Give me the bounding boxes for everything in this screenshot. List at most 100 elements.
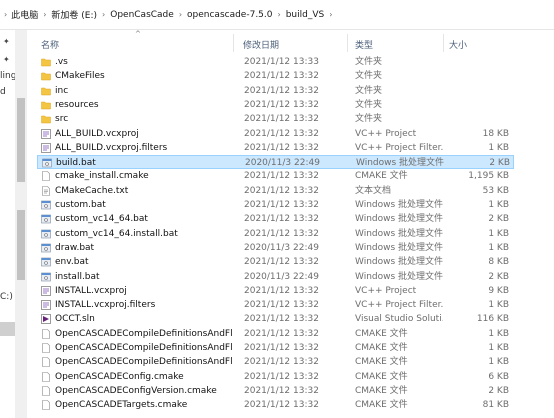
table-row[interactable]: OCCT.sln 2021/1/12 13:32 Visual Studio Sol… [37, 312, 514, 326]
file-date: 2021/1/12 13:32 [244, 343, 319, 353]
table-row[interactable]: inc 2021/1/12 13:32 文件夹 [37, 84, 514, 98]
breadcrumb-item-version[interactable]: opencascade-7.5.0 [187, 10, 272, 20]
breadcrumb-item-drive[interactable]: 新加卷 (E:) [51, 8, 97, 21]
file-date: 2021/1/12 13:32 [244, 357, 319, 368]
file-size: 9 KB [488, 285, 509, 296]
table-row[interactable]: draw.bat 2020/11/3 22:49 Windows 批处理文件 1 KB [37, 241, 514, 255]
nav-item-selected[interactable] [0, 322, 15, 336]
nav-item-partial[interactable]: C:) [0, 292, 13, 302]
nav-scrollbar[interactable] [15, 30, 27, 418]
file-type: Windows 批处理文件 [355, 257, 443, 268]
table-row[interactable]: custom_vc14_64.bat 2021/1/12 13:32 Windows… [37, 212, 514, 226]
table-row[interactable]: OpenCASCADETargets.cmake 2021/1/12 13:32 C… [37, 398, 514, 412]
table-row[interactable]: OpenCASCADEConfigVersion.cmake 2021/1/12 … [37, 384, 514, 398]
table-row[interactable]: custom_vc14_64.install.bat 2021/1/12 13:3… [37, 227, 514, 241]
file-icon [41, 343, 51, 353]
table-row[interactable]: custom.bat 2021/1/12 13:32 Windows 批处理文件 1 … [37, 198, 514, 212]
file-date: 2021/1/12 13:32 [244, 142, 319, 153]
bat-icon [41, 243, 51, 253]
address-bar[interactable]: › 此电脑 › 新加卷 (E:) › OpenCasCade › opencas… [0, 0, 554, 30]
vcxproj-icon [41, 142, 51, 153]
file-name: inc [55, 85, 69, 96]
table-row[interactable]: install.bat 2020/11/3 22:49 Windows 批处理文件 2… [37, 270, 514, 284]
table-row[interactable]: src 2021/1/12 13:32 文件夹 [37, 112, 514, 126]
breadcrumb-item-build-vs[interactable]: build_VS [286, 10, 325, 20]
table-row[interactable]: ALL_BUILD.vcxproj 2021/1/12 13:32 VC++ Pro… [37, 127, 514, 141]
column-name[interactable]: 名称 [41, 38, 59, 51]
file-name: .vs [55, 57, 68, 67]
file-size: 1 KB [488, 300, 509, 311]
file-date: 2021/1/12 13:32 [244, 200, 319, 210]
file-type: 文件夹 [355, 99, 383, 110]
file-date: 2021/1/12 13:32 [244, 328, 319, 339]
file-date: 2021/1/12 13:32 [244, 371, 319, 382]
column-divider[interactable] [347, 34, 348, 52]
file-name: CMakeFiles [55, 71, 105, 82]
file-name: OpenCASCADECompileDefinitionsAndFlags... [55, 328, 233, 339]
breadcrumb: 此电脑 › 新加卷 (E:) › OpenCasCade › opencasca… [11, 8, 337, 22]
file-type: Visual Studio Soluti... [355, 314, 443, 325]
file-name: OpenCASCADEConfigVersion.cmake [55, 385, 217, 396]
folder-icon [41, 57, 51, 67]
pin-icon: ✦ [3, 55, 10, 64]
file-name: draw.bat [55, 242, 95, 253]
table-row[interactable]: .vs 2021/1/12 13:33 文件夹 [37, 55, 514, 69]
folder-icon [41, 114, 51, 124]
column-divider[interactable] [443, 34, 444, 52]
table-row[interactable]: ALL_BUILD.vcxproj.filters 2021/1/12 13:32… [37, 141, 514, 155]
table-row[interactable]: INSTALL.vcxproj.filters 2021/1/12 13:32 VC… [37, 298, 514, 312]
chevron-right-icon[interactable]: › [179, 10, 182, 19]
table-row[interactable]: INSTALL.vcxproj 2021/1/12 13:32 VC++ Proje… [37, 284, 514, 298]
scrollbar-thumb[interactable] [17, 98, 25, 182]
file-size: 1,195 KB [468, 171, 509, 182]
file-type: 文本文档 [355, 185, 392, 196]
file-type: CMAKE 文件 [355, 343, 408, 353]
chevron-right-icon[interactable]: › [278, 10, 281, 19]
sln-icon [41, 314, 51, 325]
chevron-right-icon[interactable]: › [43, 10, 46, 19]
table-row[interactable]: cmake_install.cmake 2021/1/12 13:32 CMAKE … [37, 169, 514, 183]
file-name: INSTALL.vcxproj.filters [55, 300, 156, 311]
table-row[interactable]: env.bat 2021/1/12 13:32 Windows 批处理文件 8 KB [37, 255, 514, 269]
file-type: 文件夹 [355, 71, 383, 82]
file-size: 1 KB [488, 200, 509, 210]
file-date: 2021/1/12 13:32 [244, 114, 319, 125]
file-size: 1 KB [488, 328, 509, 339]
table-row[interactable]: OpenCASCADECompileDefinitionsAndFlags...… [37, 341, 514, 355]
chevron-right-icon[interactable]: › [4, 10, 7, 19]
file-name: ALL_BUILD.vcxproj.filters [55, 142, 168, 153]
file-icon [41, 386, 51, 396]
file-size: 81 KB [482, 400, 509, 411]
vcxproj-icon [41, 300, 51, 310]
vcxproj-icon [41, 285, 51, 296]
scrollbar-thumb[interactable] [17, 210, 25, 280]
navigation-pane[interactable]: ✦ ✦ ling d C:) [0, 30, 16, 418]
column-size[interactable]: 大小 [449, 38, 467, 51]
file-date: 2021/1/12 13:32 [244, 400, 319, 411]
breadcrumb-item-opencascade[interactable]: OpenCasCade [110, 10, 174, 20]
table-row[interactable]: resources 2021/1/12 13:32 文件夹 [37, 98, 514, 112]
chevron-right-icon[interactable]: › [329, 10, 332, 19]
file-name: INSTALL.vcxproj [55, 285, 127, 296]
column-header: ^ 名称 修改日期 类型 大小 [27, 30, 554, 54]
bat-icon [41, 229, 51, 239]
file-date: 2021/1/12 13:32 [244, 185, 319, 196]
file-size: 1 KB [488, 142, 509, 153]
table-row[interactable]: build.bat 2020/11/3 22:49 Windows 批处理文件 2 K… [37, 155, 514, 170]
table-row[interactable]: OpenCASCADECompileDefinitionsAndFlags...… [37, 355, 514, 369]
table-row[interactable]: CMakeCache.txt 2021/1/12 13:32 文本文档 53 KB [37, 184, 514, 198]
file-type: VC++ Project Filter... [355, 300, 443, 311]
table-row[interactable]: CMakeFiles 2021/1/12 13:32 文件夹 [37, 69, 514, 83]
breadcrumb-item-computer[interactable]: 此电脑 [11, 8, 38, 21]
table-row[interactable]: OpenCASCADECompileDefinitionsAndFlags...… [37, 327, 514, 341]
column-type[interactable]: 类型 [355, 38, 373, 51]
column-date[interactable]: 修改日期 [243, 38, 279, 51]
folder-icon [41, 100, 51, 110]
file-type: CMAKE 文件 [355, 400, 408, 411]
column-divider[interactable] [233, 34, 234, 52]
table-row[interactable]: OpenCASCADEConfig.cmake 2021/1/12 13:32 CM… [37, 370, 514, 384]
nav-item-partial[interactable]: d [0, 87, 6, 97]
file-name: custom.bat [55, 200, 106, 210]
chevron-right-icon[interactable]: › [102, 10, 105, 19]
nav-item-partial[interactable]: ling [0, 71, 15, 81]
